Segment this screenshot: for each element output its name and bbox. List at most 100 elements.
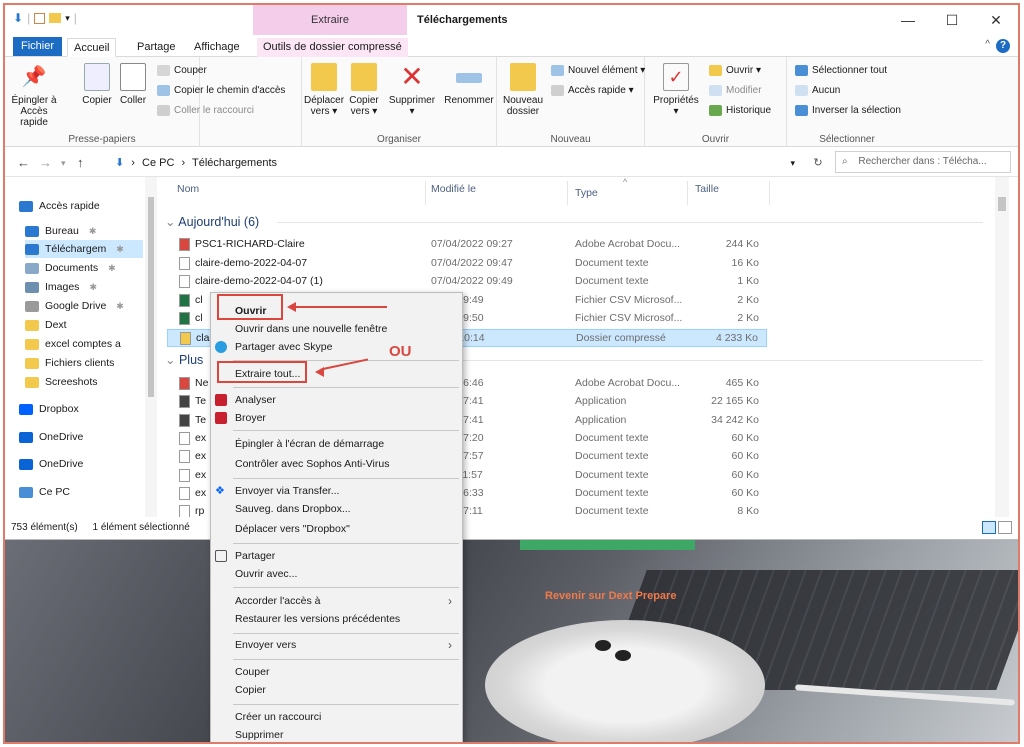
collapse-ribbon-icon[interactable]: ^ xyxy=(985,39,990,50)
sidebar-item[interactable]: Images ✱ xyxy=(25,278,97,296)
paste-button[interactable]: Coller xyxy=(117,63,149,106)
sidebar-item[interactable]: Google Drive ✱ xyxy=(25,297,124,315)
menu-save-dropbox[interactable]: Sauveg. dans Dropbox... xyxy=(211,499,462,519)
close-button[interactable]: ✕ xyxy=(974,5,1018,35)
pin-icon[interactable]: ✱ xyxy=(116,301,124,312)
copy-path-button[interactable]: Copier le chemin d'accès xyxy=(157,85,285,96)
back-to-dext-link[interactable]: Revenir sur Dext Prepare xyxy=(545,590,676,602)
menu-copy[interactable]: Copier xyxy=(211,680,462,700)
menu-pin-start[interactable]: Épingler à l'écran de démarrage xyxy=(211,434,462,454)
rename-button[interactable]: Renommer xyxy=(442,63,496,106)
qat-dropdown-icon[interactable]: ▾ xyxy=(65,13,70,24)
group-header-earlier[interactable]: ⌄ Plus xyxy=(165,352,203,367)
table-row[interactable]: claire-demo-2022-04-07 07/04/2022 09:47 Do… xyxy=(167,255,767,273)
menu-open-new-window[interactable]: Ouvrir dans une nouvelle fenêtre xyxy=(211,319,462,339)
pin-quick-access-button[interactable]: 📌 Épingler à Accès rapide xyxy=(9,63,59,128)
nav-scrollbar[interactable] xyxy=(145,177,157,517)
menu-grant-access[interactable]: Accorder l'accès à › xyxy=(211,591,462,611)
tab-view[interactable]: Affichage xyxy=(188,38,246,57)
table-row[interactable]: claire-demo-2022-04-07 (1) 07/04/2022 09:… xyxy=(167,273,767,291)
sidebar-item[interactable]: excel comptes a xyxy=(25,335,121,353)
sidebar-item[interactable]: Bureau ✱ xyxy=(25,222,96,240)
properties-button[interactable]: ✓ Propriétés ▾ xyxy=(651,63,701,117)
forward-arrow-icon[interactable]: → xyxy=(39,155,52,170)
menu-send-to[interactable]: Envoyer vers › xyxy=(211,635,462,655)
pin-icon[interactable]: ✱ xyxy=(116,244,124,255)
back-arrow-icon[interactable]: ← xyxy=(17,155,30,170)
menu-create-shortcut[interactable]: Créer un raccourci xyxy=(211,707,462,727)
modify-button[interactable]: Modifier xyxy=(709,85,762,96)
history-button[interactable]: Historique xyxy=(709,105,771,116)
details-view-icon[interactable] xyxy=(982,521,996,534)
pin-icon[interactable]: ✱ xyxy=(89,226,97,237)
group-header-today[interactable]: ⌄ Aujourd'hui (6) xyxy=(165,214,259,229)
new-folder-icon[interactable] xyxy=(49,13,62,23)
menu-sophos-scan[interactable]: Contrôler avec Sophos Anti-Virus xyxy=(211,454,462,474)
sidebar-item[interactable]: Documents ✱ xyxy=(25,259,116,277)
copy-button[interactable]: Copier xyxy=(81,63,113,106)
tab-compressed-tools[interactable]: Outils de dossier compressé xyxy=(257,38,408,57)
app-icon xyxy=(179,395,190,409)
tab-file[interactable]: Fichier xyxy=(13,37,63,56)
move-to-button[interactable]: Déplacer vers ▾ xyxy=(304,63,344,117)
pin-icon[interactable]: ✱ xyxy=(89,282,97,293)
sidebar-item[interactable]: OneDrive xyxy=(19,455,83,473)
large-icons-view-icon[interactable] xyxy=(998,521,1012,534)
menu-shred[interactable]: Broyer xyxy=(211,408,462,428)
new-item-button[interactable]: Nouvel élément ▾ xyxy=(551,65,645,76)
paste-shortcut-button[interactable]: Coller le raccourci xyxy=(157,105,254,116)
address-bar[interactable]: ⬇ › Ce PC › Téléchargements ▾ xyxy=(115,153,795,173)
invert-selection-button[interactable]: Inverser la sélection xyxy=(795,105,901,116)
select-none-button[interactable]: Aucun xyxy=(795,85,840,96)
select-all-button[interactable]: Sélectionner tout xyxy=(795,65,887,76)
tab-share[interactable]: Partage xyxy=(131,38,182,57)
recent-dropdown-icon[interactable]: ▾ xyxy=(61,158,66,169)
sidebar-item[interactable]: Accès rapide xyxy=(19,197,100,215)
menu-open-with[interactable]: Ouvrir avec... xyxy=(211,564,462,584)
help-icon[interactable]: ? xyxy=(996,39,1010,53)
menu-move-dropbox[interactable]: Déplacer vers "Dropbox" xyxy=(211,519,462,539)
sidebar-item[interactable]: Téléchargem ✱ xyxy=(25,240,143,258)
sidebar-item[interactable]: Dext xyxy=(25,316,67,334)
properties-check-icon[interactable] xyxy=(34,12,46,24)
menu-restore-versions[interactable]: Restaurer les versions précédentes xyxy=(211,609,462,629)
breadcrumb-downloads[interactable]: Téléchargements xyxy=(192,157,277,169)
menu-share-skype[interactable]: Partager avec Skype xyxy=(211,337,462,357)
open-button[interactable]: Ouvrir ▾ xyxy=(709,65,761,76)
pin-icon[interactable]: ✱ xyxy=(108,263,116,274)
search-input[interactable]: ⌕ Rechercher dans : Télécha... xyxy=(835,151,1011,173)
sidebar-item[interactable]: Dropbox xyxy=(19,400,79,418)
column-name[interactable]: Nom xyxy=(177,183,199,195)
up-arrow-icon[interactable]: ↑ xyxy=(77,155,84,170)
copy-to-button[interactable]: Copier vers ▾ xyxy=(346,63,382,117)
menu-cut[interactable]: Couper xyxy=(211,662,462,682)
menu-send-transfer[interactable]: ❖ Envoyer via Transfer... xyxy=(211,481,462,501)
sidebar-item[interactable]: OneDrive xyxy=(19,428,83,446)
column-divider xyxy=(769,181,770,205)
sidebar-item[interactable]: Screeshots xyxy=(25,373,98,391)
maximize-button[interactable]: ☐ xyxy=(930,5,974,35)
table-row[interactable]: PSC1-RICHARD-Claire 07/04/2022 09:27 Adobe… xyxy=(167,236,767,254)
address-dropdown-icon[interactable]: ▾ xyxy=(790,153,795,173)
download-arrow-icon[interactable]: ⬇ xyxy=(13,11,23,25)
minimize-button[interactable]: — xyxy=(886,5,930,35)
cut-button[interactable]: Couper xyxy=(157,65,207,76)
delete-button[interactable]: ✕ Supprimer ▾ xyxy=(384,63,440,118)
file-type: Document texte xyxy=(575,450,649,463)
tab-home[interactable]: Accueil xyxy=(67,38,117,57)
breadcrumb-this-pc[interactable]: Ce PC xyxy=(142,157,174,169)
easy-access-button[interactable]: Accès rapide ▾ xyxy=(551,85,634,96)
file-list-scrollbar[interactable] xyxy=(995,177,1009,517)
sidebar-item[interactable]: Ce PC xyxy=(19,483,70,501)
column-size[interactable]: Taille xyxy=(695,183,719,195)
menu-delete[interactable]: Supprimer xyxy=(211,725,462,742)
file-scroll-thumb[interactable] xyxy=(998,197,1006,211)
menu-share[interactable]: Partager xyxy=(211,546,462,566)
new-folder-button[interactable]: Nouveau dossier xyxy=(503,63,543,117)
sidebar-item[interactable]: Fichiers clients xyxy=(25,354,114,372)
column-type[interactable]: Type xyxy=(575,187,598,199)
menu-analyze[interactable]: Analyser xyxy=(211,390,462,410)
column-modified[interactable]: Modifié le xyxy=(431,183,476,195)
refresh-icon[interactable]: ↻ xyxy=(805,153,831,173)
nav-scroll-thumb[interactable] xyxy=(148,197,154,397)
